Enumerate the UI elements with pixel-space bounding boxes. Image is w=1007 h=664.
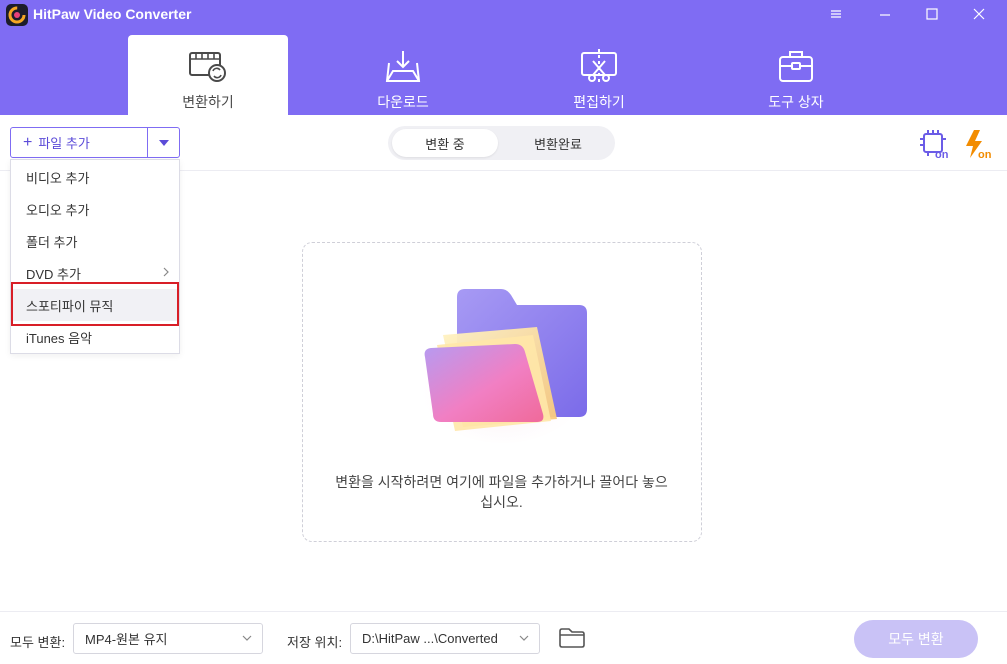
plus-icon: + — [23, 133, 33, 151]
app-logo-icon — [6, 4, 28, 26]
add-file-button[interactable]: + 파일 추가 — [10, 127, 180, 158]
svg-text:on: on — [978, 149, 992, 160]
open-folder-icon — [415, 289, 591, 443]
output-format-value: MP4-원본 유지 — [85, 632, 168, 647]
convert-all-format-label: 모두 변환: — [10, 635, 66, 650]
chevron-right-icon — [163, 267, 169, 277]
tab-label: 편집하기 — [573, 94, 625, 110]
menu-item-label: iTunes 음악 — [26, 330, 93, 346]
add-file-dropdown-toggle[interactable] — [148, 128, 179, 157]
edit-scissors-icon — [581, 49, 617, 83]
menu-item-label: 스포티파이 뮤직 — [26, 298, 114, 314]
download-tray-icon — [385, 51, 421, 82]
tab-label: 다운로드 — [377, 94, 429, 110]
menu-item-add-video[interactable]: 비디오 추가 — [11, 161, 179, 193]
tab-convert[interactable]: 변환하기 — [128, 35, 288, 115]
maximize-icon[interactable] — [909, 0, 955, 28]
menu-item-spotify-music[interactable]: 스포티파이 뮤직 — [13, 289, 177, 321]
close-icon[interactable] — [956, 0, 1002, 28]
chevron-down-icon — [519, 635, 529, 641]
tab-download[interactable]: 다운로드 — [323, 35, 483, 115]
svg-text:on: on — [935, 149, 949, 160]
menu-item-label: 오디오 추가 — [26, 202, 90, 218]
add-file-label: 파일 추가 — [38, 136, 90, 151]
toolbox-icon — [779, 51, 813, 82]
save-location-label: 저장 위치: — [287, 635, 343, 650]
conversion-status-toggle: 변환 중 변환완료 — [388, 126, 615, 160]
drop-zone-instructions: 변환을 시작하려면 여기에 파일을 추가하거나 끌어다 놓으십시오. — [335, 474, 668, 510]
film-convert-icon — [189, 52, 226, 82]
tab-toolbox[interactable]: 도구 상자 — [716, 35, 876, 115]
save-location-select[interactable]: D:\HitPaw ...\Converted — [350, 623, 540, 654]
segment-converting[interactable]: 변환 중 — [392, 129, 498, 157]
menu-item-label: DVD 추가 — [26, 266, 81, 282]
minimize-icon[interactable] — [862, 0, 908, 28]
menu-item-label: 폴더 추가 — [26, 234, 78, 250]
chevron-down-icon — [242, 635, 252, 641]
menu-item-add-audio[interactable]: 오디오 추가 — [11, 193, 179, 225]
save-location-value: D:\HitPaw ...\Converted — [362, 631, 498, 646]
menu-item-add-folder[interactable]: 폴더 추가 — [11, 225, 179, 257]
segment-converted[interactable]: 변환완료 — [505, 129, 611, 157]
tab-label: 변환하기 — [182, 94, 234, 110]
file-drop-zone[interactable]: 변환을 시작하려면 여기에 파일을 추가하거나 끌어다 놓으십시오. — [302, 242, 702, 542]
add-file-main[interactable]: + 파일 추가 — [11, 128, 147, 157]
bottom-divider — [0, 611, 1007, 612]
open-folder-button-icon[interactable] — [558, 627, 586, 649]
menu-item-itunes-music[interactable]: iTunes 음악 — [11, 321, 179, 353]
menu-item-label: 비디오 추가 — [26, 170, 90, 186]
add-file-menu: 비디오 추가 오디오 추가 폴더 추가 DVD 추가 스포티파이 뮤직 iTun… — [10, 159, 180, 354]
tab-label: 도구 상자 — [768, 94, 824, 110]
hardware-acceleration-icon[interactable]: on — [918, 128, 950, 160]
menu-item-add-dvd[interactable]: DVD 추가 — [11, 257, 179, 289]
caret-down-icon — [158, 139, 169, 146]
app-header: HitPaw Video Converter 변환하기 다운로드 편집하기 도구… — [0, 0, 1007, 115]
convert-all-button[interactable]: 모두 변환 — [854, 620, 978, 658]
title-bar: HitPaw Video Converter — [0, 0, 1007, 30]
output-format-select[interactable]: MP4-원본 유지 — [73, 623, 263, 654]
turbo-lightning-icon[interactable]: on — [962, 128, 994, 160]
tab-edit[interactable]: 편집하기 — [519, 35, 679, 115]
app-title: HitPaw Video Converter — [33, 6, 192, 22]
menu-icon[interactable] — [813, 0, 859, 28]
